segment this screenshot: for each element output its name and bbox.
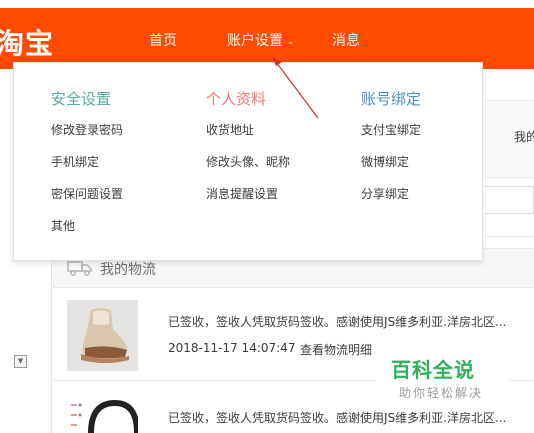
menu-item-notification-settings[interactable]: 消息提醒设置	[206, 186, 290, 218]
product-thumbnail[interactable]	[67, 300, 138, 371]
view-logistics-link[interactable]: 查看物流明细	[300, 341, 372, 358]
nav-home-label: 首页	[149, 33, 177, 49]
nav-messages[interactable]: 消息	[332, 30, 360, 50]
top-navbar: 淘宝 首页 账户设置 ⌄ 消息	[0, 8, 534, 69]
watermark-logo: 百科全说	[391, 358, 475, 382]
product-thumbnail[interactable]	[67, 393, 138, 433]
headphone-image	[67, 393, 138, 433]
divider	[485, 236, 534, 237]
right-input-box[interactable]	[485, 186, 534, 214]
menu-item-avatar-nickname[interactable]: 修改头像、昵称	[206, 154, 290, 186]
logistics-title: 我的物流	[100, 262, 156, 278]
menu-item-alipay-binding[interactable]: 支付宝绑定	[361, 122, 421, 154]
logistics-status: 已签收，签收人凭取货码签收。感谢使用JS维多利亚.洋房北区...	[168, 411, 507, 425]
menu-item-shipping-address[interactable]: 收货地址	[206, 122, 290, 154]
logistics-status: 已签收，签收人凭取货码签收。感谢使用JS维多利亚.洋房北区...	[168, 315, 507, 329]
chevron-down-icon: ⌄	[287, 37, 295, 47]
column-title: 个人资料	[206, 90, 267, 108]
column-title: 账号绑定	[361, 90, 422, 108]
account-binding-column: 账号绑定 支付宝绑定 微博绑定 分享绑定	[361, 88, 421, 218]
menu-item-share-binding[interactable]: 分享绑定	[361, 186, 421, 218]
nav-messages-label: 消息	[332, 33, 360, 49]
column-title: 安全设置	[51, 90, 112, 108]
menu-item-change-password[interactable]: 修改登录密码	[51, 122, 123, 154]
logistics-time: 2018-11-17 14:07:47	[168, 341, 296, 355]
menu-item-weibo-binding[interactable]: 微博绑定	[361, 154, 421, 186]
profile-column: 个人资料 收货地址 修改头像、昵称 消息提醒设置	[206, 88, 290, 218]
menu-item-security-questions[interactable]: 密保问题设置	[51, 186, 123, 218]
top-gap	[0, 0, 534, 8]
truck-icon	[67, 261, 92, 276]
watermark-tagline: 助你轻松解决	[399, 386, 484, 400]
baby-shoe-image	[67, 300, 138, 371]
expand-toggle-icon[interactable]: ▼	[14, 355, 27, 368]
menu-item-phone-binding[interactable]: 手机绑定	[51, 154, 123, 186]
nav-account-settings[interactable]: 账户设置 ⌄	[227, 30, 295, 50]
nav-home[interactable]: 首页	[149, 30, 177, 50]
right-panel-label: 我的	[514, 130, 534, 144]
nav-account-label: 账户设置	[227, 33, 283, 49]
taobao-logo[interactable]: 淘宝	[0, 22, 54, 62]
security-settings-column: 安全设置 修改登录密码 手机绑定 密保问题设置 其他	[51, 88, 123, 250]
menu-item-other[interactable]: 其他	[51, 218, 123, 250]
